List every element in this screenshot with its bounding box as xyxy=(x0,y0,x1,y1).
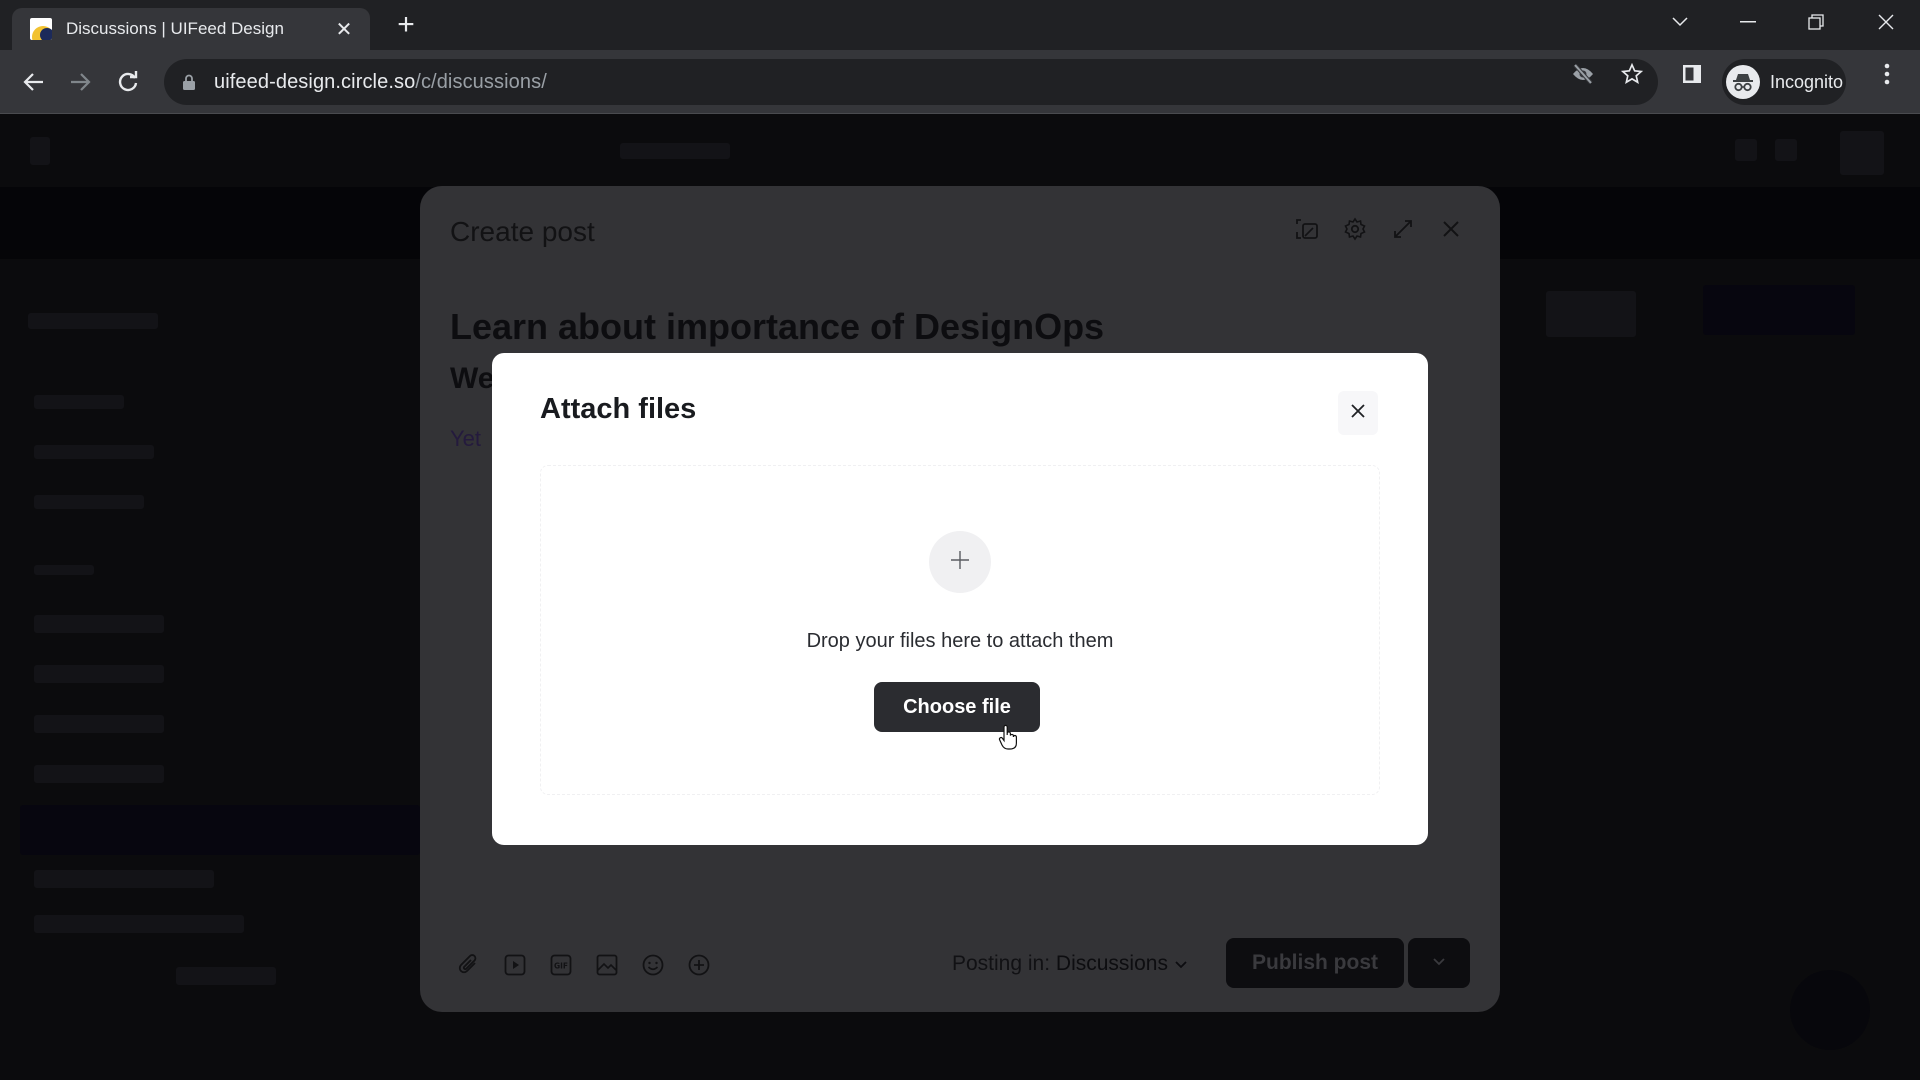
sidebar-item xyxy=(34,445,154,459)
layout-toggle xyxy=(1546,291,1636,337)
close-icon[interactable] xyxy=(1438,216,1464,242)
expand-icon[interactable] xyxy=(1390,216,1416,242)
chat-icon xyxy=(1775,139,1797,161)
sidebar-item xyxy=(34,765,164,783)
eye-off-icon[interactable] xyxy=(1570,61,1596,87)
kebab-menu-icon[interactable] xyxy=(1874,61,1900,87)
restore-icon[interactable] xyxy=(1786,0,1846,44)
url-text[interactable]: uifeed-design.circle.so/c/discussions/ xyxy=(214,71,547,94)
create-post-header: Create post xyxy=(450,216,595,247)
address-bar[interactable]: uifeed-design.circle.so/c/discussions/ xyxy=(164,59,1658,105)
gif-icon[interactable]: GIF xyxy=(548,952,574,978)
notification-icon xyxy=(1735,139,1757,161)
attach-files-modal: Attach files Drop your files here to att… xyxy=(492,353,1428,845)
posting-in-selector[interactable]: Posting in: Discussions xyxy=(952,952,1188,976)
settings-icon[interactable] xyxy=(1342,216,1368,242)
tab-title: Discussions | UIFeed Design xyxy=(66,19,284,38)
star-icon[interactable] xyxy=(1619,61,1645,87)
search-placeholder xyxy=(620,143,730,159)
post-body-text[interactable]: We xyxy=(450,362,494,396)
close-attach-modal-button[interactable] xyxy=(1338,391,1378,435)
post-title-input[interactable]: Learn about importance of DesignOps xyxy=(450,306,1104,348)
menu-icon xyxy=(30,137,50,165)
image-icon[interactable] xyxy=(594,952,620,978)
browser-tab-strip: Discussions | UIFeed Design ✕ + xyxy=(0,0,1920,50)
sidebar-item-active xyxy=(20,805,420,855)
sidebar-item xyxy=(34,615,164,633)
sidebar-item xyxy=(34,665,164,683)
sidebar-item xyxy=(34,870,214,888)
browser-toolbar: uifeed-design.circle.so/c/discussions/ I… xyxy=(0,50,1920,114)
posting-in-space: Discussions xyxy=(1055,952,1168,975)
video-icon[interactable] xyxy=(502,952,528,978)
minimize-icon[interactable] xyxy=(1718,0,1778,44)
community-header xyxy=(0,115,1920,187)
incognito-label: Incognito xyxy=(1770,71,1844,92)
close-window-icon[interactable] xyxy=(1856,0,1916,44)
business-favicon-icon xyxy=(30,18,52,40)
sidebar-link xyxy=(176,967,276,985)
sidebar-item xyxy=(34,495,144,509)
file-drop-zone[interactable]: Drop your files here to attach them Choo… xyxy=(540,465,1380,795)
sidebar-item xyxy=(34,715,164,733)
add-icon[interactable] xyxy=(686,952,712,978)
add-file-button[interactable] xyxy=(929,531,991,593)
drop-hint-text: Drop your files here to attach them xyxy=(806,630,1114,652)
plus-icon xyxy=(949,549,971,576)
posting-in-label: Posting in: xyxy=(952,952,1051,975)
reload-icon[interactable] xyxy=(110,64,146,100)
url-path: /c/discussions/ xyxy=(415,70,547,93)
close-icon xyxy=(1350,403,1366,424)
forward-icon[interactable] xyxy=(62,64,98,100)
url-host: uifeed-design.circle.so xyxy=(214,70,416,93)
sidebar-item xyxy=(34,915,244,933)
new-tab-button[interactable]: + xyxy=(390,10,422,42)
post-body-text[interactable]: Yet xyxy=(450,426,481,452)
browser-tab[interactable]: Discussions | UIFeed Design ✕ xyxy=(12,8,370,50)
tab-search-icon[interactable] xyxy=(1650,0,1710,44)
sidebar-item xyxy=(34,395,124,409)
publish-post-button[interactable]: Publish post xyxy=(1226,938,1404,988)
chevron-down-icon xyxy=(1432,954,1446,972)
lock-icon[interactable] xyxy=(182,74,196,90)
attach-files-title: Attach files xyxy=(540,393,697,425)
hand-pointer-cursor-icon xyxy=(998,724,1018,750)
side-panel-icon[interactable] xyxy=(1679,61,1705,87)
chat-launcher xyxy=(1790,970,1870,1050)
emoji-icon[interactable] xyxy=(640,952,666,978)
svg-text:GIF: GIF xyxy=(554,962,568,971)
avatar xyxy=(1840,131,1884,175)
community-logo xyxy=(28,313,158,329)
attachment-icon[interactable] xyxy=(456,952,482,978)
new-post-button xyxy=(1703,285,1855,335)
cover-image-icon[interactable] xyxy=(1294,216,1320,242)
back-icon[interactable] xyxy=(16,64,52,100)
chevron-down-icon xyxy=(1174,952,1188,975)
tab-close-icon[interactable]: ✕ xyxy=(332,17,356,42)
sidebar-section-label xyxy=(34,565,94,575)
incognito-profile-button[interactable]: Incognito xyxy=(1722,59,1846,105)
incognito-icon xyxy=(1726,65,1760,99)
publish-options-button[interactable] xyxy=(1408,938,1470,988)
